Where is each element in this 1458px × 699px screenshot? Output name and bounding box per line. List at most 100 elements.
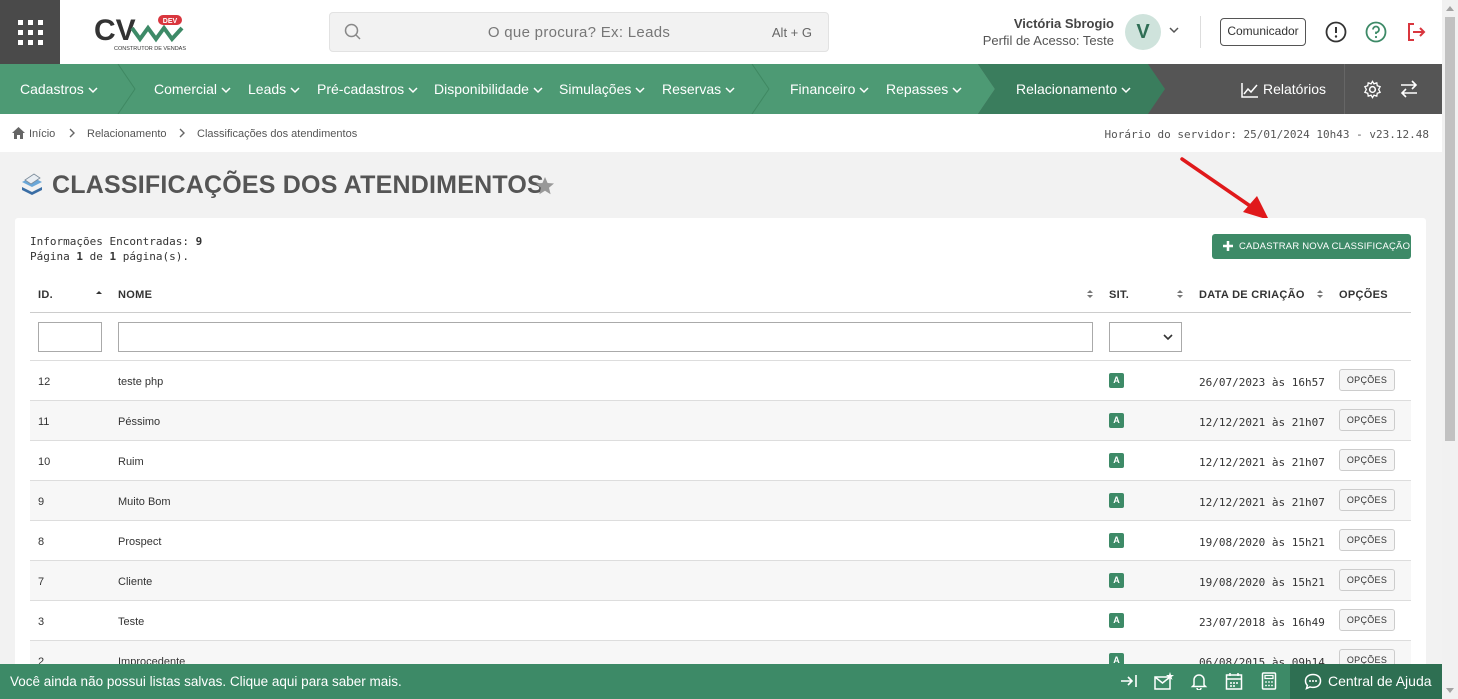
cell-id: 11 — [38, 416, 50, 428]
chevron-down-icon — [408, 87, 418, 94]
saved-lists-message[interactable]: Você ainda não possui listas salvas. Cli… — [10, 674, 402, 689]
server-time: Horário do servidor: 25/01/2024 10h43 - … — [1104, 128, 1429, 141]
table-row[interactable]: 7 Cliente A 19/08/2020 às 15h21 OPÇÕES — [30, 560, 1411, 600]
column-header-nome[interactable]: NOME — [118, 289, 152, 301]
nav-simulacoes[interactable]: Simulações — [559, 64, 645, 114]
apps-menu-icon[interactable] — [0, 0, 60, 64]
add-classification-button[interactable]: CADASTRAR NOVA CLASSIFICAÇÃO — [1212, 234, 1411, 259]
options-button[interactable]: OPÇÕES — [1339, 409, 1395, 431]
column-header-data[interactable]: DATA DE CRIAÇÃO — [1199, 289, 1305, 301]
logo-text: CV — [94, 14, 136, 47]
favorite-star-icon[interactable] — [535, 176, 555, 196]
search-shortcut: Alt + G — [771, 25, 812, 40]
top-header: CV DEV CONSTRUTOR DE VENDAS O que procur… — [0, 0, 1442, 64]
nav-leads[interactable]: Leads — [248, 64, 300, 114]
nav-repasses[interactable]: Repasses — [886, 64, 962, 114]
help-center-button[interactable]: Central de Ajuda — [1290, 664, 1442, 699]
scrollbar-thumb[interactable] — [1445, 17, 1455, 441]
chevron-right-icon — [179, 128, 185, 138]
page-title: CLASSIFICAÇÕES DOS ATENDIMENTOS — [52, 171, 544, 199]
breadcrumb-relacionamento[interactable]: Relacionamento — [87, 128, 167, 140]
table-row[interactable]: 11 Péssimo A 12/12/2021 às 21h07 OPÇÕES — [30, 400, 1411, 440]
nav-reservas[interactable]: Reservas — [662, 64, 735, 114]
nav-cadastros[interactable]: Cadastros — [20, 64, 98, 114]
table-row[interactable]: 10 Ruim A 12/12/2021 às 21h07 OPÇÕES — [30, 440, 1411, 480]
nav-comercial[interactable]: Comercial — [154, 64, 231, 114]
chevron-down-icon — [290, 87, 300, 94]
filter-sit-select[interactable] — [1109, 322, 1182, 352]
sort-asc-icon[interactable] — [95, 288, 103, 300]
results-found-count: 9 — [195, 235, 203, 248]
results-info: Informações Encontradas: 9 Página 1 de 1… — [30, 234, 202, 264]
nav-label: Repasses — [886, 81, 949, 97]
nav-label: Cadastros — [20, 81, 84, 97]
options-button[interactable]: OPÇÕES — [1339, 529, 1395, 551]
nav-relatorios[interactable]: Relatórios — [1241, 64, 1326, 114]
column-header-id[interactable]: ID. — [38, 289, 53, 301]
page-scrollbar[interactable] — [1442, 0, 1458, 699]
mail-star-icon[interactable] — [1154, 672, 1174, 690]
breadcrumb-current: Classificações dos atendimentos — [197, 128, 358, 140]
scroll-up-icon[interactable] — [1446, 5, 1454, 11]
table-row[interactable]: 12 teste php A 26/07/2023 às 16h57 OPÇÕE… — [30, 360, 1411, 400]
user-info[interactable]: Victória Sbrogio Perfil de Acesso: Teste — [983, 16, 1114, 48]
nav-financeiro[interactable]: Financeiro — [790, 64, 869, 114]
sort-icon[interactable] — [1316, 288, 1324, 300]
chart-line-icon — [1241, 83, 1258, 99]
options-button[interactable]: OPÇÕES — [1339, 489, 1395, 511]
collapse-right-icon[interactable] — [1120, 672, 1138, 690]
status-badge: A — [1109, 453, 1124, 468]
avatar[interactable]: V — [1125, 14, 1161, 50]
bell-icon[interactable] — [1190, 672, 1208, 690]
column-header-opcoes: OPÇÕES — [1339, 289, 1388, 301]
chevron-down-icon[interactable] — [1168, 24, 1180, 36]
comunicador-button[interactable]: Comunicador — [1220, 18, 1306, 46]
options-button[interactable]: OPÇÕES — [1339, 569, 1395, 591]
home-icon[interactable] — [12, 127, 25, 139]
nav-relacionamento[interactable]: Relacionamento — [1016, 64, 1131, 114]
cell-nome: Péssimo — [118, 416, 161, 428]
cell-id: 12 — [38, 376, 51, 388]
table-row[interactable]: 8 Prospect A 19/08/2020 às 15h21 OPÇÕES — [30, 520, 1411, 560]
sort-icon[interactable] — [1176, 288, 1184, 300]
switch-arrows-icon[interactable] — [1399, 80, 1419, 98]
logout-icon[interactable] — [1404, 20, 1428, 44]
options-button[interactable]: OPÇÕES — [1339, 609, 1395, 631]
cell-nome: Cliente — [118, 576, 153, 588]
cell-data: 19/08/2020 às 15h21 — [1199, 536, 1325, 549]
status-badge: A — [1109, 533, 1124, 548]
options-button[interactable]: OPÇÕES — [1339, 369, 1395, 391]
page-of: de — [89, 250, 103, 263]
filter-id-input[interactable] — [38, 322, 102, 352]
column-header-sit[interactable]: SIT. — [1109, 289, 1129, 301]
breadcrumb-home[interactable]: Início — [29, 128, 55, 140]
gear-icon[interactable] — [1363, 80, 1382, 99]
logo[interactable]: CV DEV CONSTRUTOR DE VENDAS — [92, 12, 187, 54]
table-row[interactable]: 9 Muito Bom A 12/12/2021 às 21h07 OPÇÕES — [30, 480, 1411, 520]
table-row[interactable]: 3 Teste A 23/07/2018 às 16h49 OPÇÕES — [30, 600, 1411, 640]
global-search[interactable]: O que procura? Ex: Leads Alt + G — [329, 12, 829, 52]
scroll-down-icon[interactable] — [1446, 688, 1454, 694]
options-button[interactable]: OPÇÕES — [1339, 449, 1395, 471]
chevron-down-icon — [859, 87, 869, 94]
chevron-down-icon — [725, 87, 735, 94]
nav-label: Leads — [248, 81, 287, 97]
cell-id: 8 — [38, 536, 45, 548]
help-icon[interactable] — [1364, 20, 1388, 44]
results-found-label: Informações Encontradas: — [30, 235, 189, 248]
calculator-icon[interactable] — [1261, 672, 1277, 690]
nav-label: Pré-cadastros — [317, 81, 405, 97]
logo-badge: DEV — [163, 18, 178, 25]
search-placeholder: O que procura? Ex: Leads — [487, 24, 671, 41]
chevron-right-icon — [69, 128, 75, 138]
cell-data: 12/12/2021 às 21h07 — [1199, 416, 1325, 429]
calendar-icon[interactable] — [1225, 672, 1243, 690]
page-suffix: página(s). — [122, 250, 189, 263]
info-icon[interactable] — [1324, 20, 1348, 44]
nav-disponibilidade[interactable]: Disponibilidade — [434, 64, 543, 114]
sort-icon[interactable] — [1086, 288, 1094, 300]
nav-label: Relacionamento — [1016, 81, 1118, 97]
filter-nome-input[interactable] — [118, 322, 1093, 352]
cell-nome: Teste — [118, 616, 145, 628]
nav-pre-cadastros[interactable]: Pré-cadastros — [317, 64, 418, 114]
